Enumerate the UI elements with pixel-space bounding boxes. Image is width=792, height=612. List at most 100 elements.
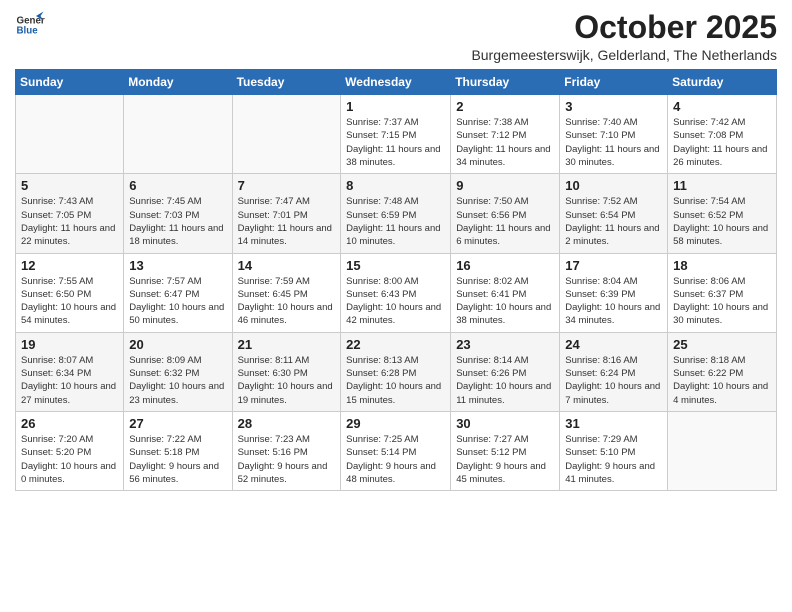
calendar-table: SundayMondayTuesdayWednesdayThursdayFrid… — [15, 69, 777, 491]
calendar-cell: 29 Sunrise: 7:25 AM Sunset: 5:14 PM Dayli… — [341, 411, 451, 490]
day-info: Sunrise: 7:38 AM Sunset: 7:12 PM Dayligh… — [456, 116, 554, 169]
subtitle: Burgemeesterswijk, Gelderland, The Nethe… — [471, 47, 777, 63]
day-of-week-header: Wednesday — [341, 70, 451, 95]
logo: General Blue — [15, 10, 45, 40]
day-info: Sunrise: 8:13 AM Sunset: 6:28 PM Dayligh… — [346, 354, 445, 407]
calendar-cell: 13 Sunrise: 7:57 AM Sunset: 6:47 PM Dayli… — [124, 253, 232, 332]
day-info: Sunrise: 7:20 AM Sunset: 5:20 PM Dayligh… — [21, 433, 118, 486]
calendar-cell: 14 Sunrise: 7:59 AM Sunset: 6:45 PM Dayli… — [232, 253, 341, 332]
day-info: Sunrise: 7:42 AM Sunset: 7:08 PM Dayligh… — [673, 116, 771, 169]
calendar-cell: 12 Sunrise: 7:55 AM Sunset: 6:50 PM Dayli… — [16, 253, 124, 332]
day-of-week-header: Monday — [124, 70, 232, 95]
day-number: 24 — [565, 337, 662, 352]
day-info: Sunrise: 7:27 AM Sunset: 5:12 PM Dayligh… — [456, 433, 554, 486]
day-info: Sunrise: 7:25 AM Sunset: 5:14 PM Dayligh… — [346, 433, 445, 486]
day-info: Sunrise: 7:57 AM Sunset: 6:47 PM Dayligh… — [129, 275, 226, 328]
day-of-week-header: Friday — [560, 70, 668, 95]
day-number: 25 — [673, 337, 771, 352]
calendar-cell: 20Sunrise: 8:09 AM Sunset: 6:32 PM Dayli… — [124, 332, 232, 411]
calendar-cell: 2 Sunrise: 7:38 AM Sunset: 7:12 PM Daylig… — [451, 95, 560, 174]
calendar-cell: 8 Sunrise: 7:48 AM Sunset: 6:59 PM Daylig… — [341, 174, 451, 253]
day-info: Sunrise: 7:55 AM Sunset: 6:50 PM Dayligh… — [21, 275, 118, 328]
svg-text:Blue: Blue — [17, 25, 39, 36]
calendar-cell: 6Sunrise: 7:45 AM Sunset: 7:03 PM Daylig… — [124, 174, 232, 253]
day-of-week-header: Thursday — [451, 70, 560, 95]
day-info: Sunrise: 8:09 AM Sunset: 6:32 PM Dayligh… — [129, 354, 226, 407]
day-number: 3 — [565, 99, 662, 114]
day-number: 18 — [673, 258, 771, 273]
day-info: Sunrise: 8:18 AM Sunset: 6:22 PM Dayligh… — [673, 354, 771, 407]
day-number: 12 — [21, 258, 118, 273]
calendar-cell: 28Sunrise: 7:23 AM Sunset: 5:16 PM Dayli… — [232, 411, 341, 490]
day-number: 19 — [21, 337, 118, 352]
calendar-cell — [124, 95, 232, 174]
calendar-cell: 5 Sunrise: 7:43 AM Sunset: 7:05 PM Daylig… — [16, 174, 124, 253]
calendar-cell: 10 Sunrise: 7:52 AM Sunset: 6:54 PM Dayli… — [560, 174, 668, 253]
day-info: Sunrise: 8:04 AM Sunset: 6:39 PM Dayligh… — [565, 275, 662, 328]
calendar-cell: 9 Sunrise: 7:50 AM Sunset: 6:56 PM Daylig… — [451, 174, 560, 253]
day-number: 27 — [129, 416, 226, 431]
day-info: Sunrise: 8:11 AM Sunset: 6:30 PM Dayligh… — [238, 354, 336, 407]
calendar-cell: 26Sunrise: 7:20 AM Sunset: 5:20 PM Dayli… — [16, 411, 124, 490]
day-number: 8 — [346, 178, 445, 193]
calendar-cell: 22 Sunrise: 8:13 AM Sunset: 6:28 PM Dayli… — [341, 332, 451, 411]
day-number: 11 — [673, 178, 771, 193]
day-info: Sunrise: 7:23 AM Sunset: 5:16 PM Dayligh… — [238, 433, 336, 486]
day-info: Sunrise: 7:37 AM Sunset: 7:15 PM Dayligh… — [346, 116, 445, 169]
calendar-cell: 16Sunrise: 8:02 AM Sunset: 6:41 PM Dayli… — [451, 253, 560, 332]
day-number: 30 — [456, 416, 554, 431]
calendar-cell: 1 Sunrise: 7:37 AM Sunset: 7:15 PM Daylig… — [341, 95, 451, 174]
day-number: 22 — [346, 337, 445, 352]
day-info: Sunrise: 7:54 AM Sunset: 6:52 PM Dayligh… — [673, 195, 771, 248]
day-info: Sunrise: 7:47 AM Sunset: 7:01 PM Dayligh… — [238, 195, 336, 248]
day-of-week-header: Saturday — [668, 70, 777, 95]
day-number: 9 — [456, 178, 554, 193]
day-number: 31 — [565, 416, 662, 431]
day-number: 15 — [346, 258, 445, 273]
calendar-cell: 17 Sunrise: 8:04 AM Sunset: 6:39 PM Dayli… — [560, 253, 668, 332]
calendar-week-row: 19 Sunrise: 8:07 AM Sunset: 6:34 PM Dayli… — [16, 332, 777, 411]
day-info: Sunrise: 7:22 AM Sunset: 5:18 PM Dayligh… — [129, 433, 226, 486]
day-number: 14 — [238, 258, 336, 273]
day-number: 10 — [565, 178, 662, 193]
day-of-week-header: Tuesday — [232, 70, 341, 95]
day-number: 2 — [456, 99, 554, 114]
day-number: 1 — [346, 99, 445, 114]
calendar-cell: 25 Sunrise: 8:18 AM Sunset: 6:22 PM Dayli… — [668, 332, 777, 411]
page-header: General Blue October 2025 Burgemeestersw… — [15, 10, 777, 63]
day-number: 29 — [346, 416, 445, 431]
day-number: 6 — [129, 178, 226, 193]
day-number: 5 — [21, 178, 118, 193]
logo-icon: General Blue — [15, 10, 45, 40]
calendar-cell: 31 Sunrise: 7:29 AM Sunset: 5:10 PM Dayli… — [560, 411, 668, 490]
day-number: 4 — [673, 99, 771, 114]
calendar-cell: 7Sunrise: 7:47 AM Sunset: 7:01 PM Daylig… — [232, 174, 341, 253]
title-block: October 2025 Burgemeesterswijk, Gelderla… — [471, 10, 777, 63]
calendar-cell — [668, 411, 777, 490]
day-of-week-header: Sunday — [16, 70, 124, 95]
day-info: Sunrise: 8:06 AM Sunset: 6:37 PM Dayligh… — [673, 275, 771, 328]
calendar-week-row: 12 Sunrise: 7:55 AM Sunset: 6:50 PM Dayli… — [16, 253, 777, 332]
day-info: Sunrise: 7:52 AM Sunset: 6:54 PM Dayligh… — [565, 195, 662, 248]
calendar-cell: 11 Sunrise: 7:54 AM Sunset: 6:52 PM Dayli… — [668, 174, 777, 253]
calendar-week-row: 1 Sunrise: 7:37 AM Sunset: 7:15 PM Daylig… — [16, 95, 777, 174]
calendar-cell: 18 Sunrise: 8:06 AM Sunset: 6:37 PM Dayli… — [668, 253, 777, 332]
day-info: Sunrise: 7:29 AM Sunset: 5:10 PM Dayligh… — [565, 433, 662, 486]
day-info: Sunrise: 7:59 AM Sunset: 6:45 PM Dayligh… — [238, 275, 336, 328]
calendar-week-row: 26Sunrise: 7:20 AM Sunset: 5:20 PM Dayli… — [16, 411, 777, 490]
calendar-cell: 21 Sunrise: 8:11 AM Sunset: 6:30 PM Dayli… — [232, 332, 341, 411]
calendar-cell — [232, 95, 341, 174]
day-info: Sunrise: 8:16 AM Sunset: 6:24 PM Dayligh… — [565, 354, 662, 407]
day-number: 13 — [129, 258, 226, 273]
calendar-cell: 3Sunrise: 7:40 AM Sunset: 7:10 PM Daylig… — [560, 95, 668, 174]
day-info: Sunrise: 8:07 AM Sunset: 6:34 PM Dayligh… — [21, 354, 118, 407]
day-info: Sunrise: 7:50 AM Sunset: 6:56 PM Dayligh… — [456, 195, 554, 248]
day-number: 17 — [565, 258, 662, 273]
calendar-cell: 24 Sunrise: 8:16 AM Sunset: 6:24 PM Dayli… — [560, 332, 668, 411]
calendar-header-row: SundayMondayTuesdayWednesdayThursdayFrid… — [16, 70, 777, 95]
calendar-cell: 27 Sunrise: 7:22 AM Sunset: 5:18 PM Dayli… — [124, 411, 232, 490]
day-info: Sunrise: 8:02 AM Sunset: 6:41 PM Dayligh… — [456, 275, 554, 328]
day-info: Sunrise: 7:43 AM Sunset: 7:05 PM Dayligh… — [21, 195, 118, 248]
day-number: 21 — [238, 337, 336, 352]
day-info: Sunrise: 7:48 AM Sunset: 6:59 PM Dayligh… — [346, 195, 445, 248]
